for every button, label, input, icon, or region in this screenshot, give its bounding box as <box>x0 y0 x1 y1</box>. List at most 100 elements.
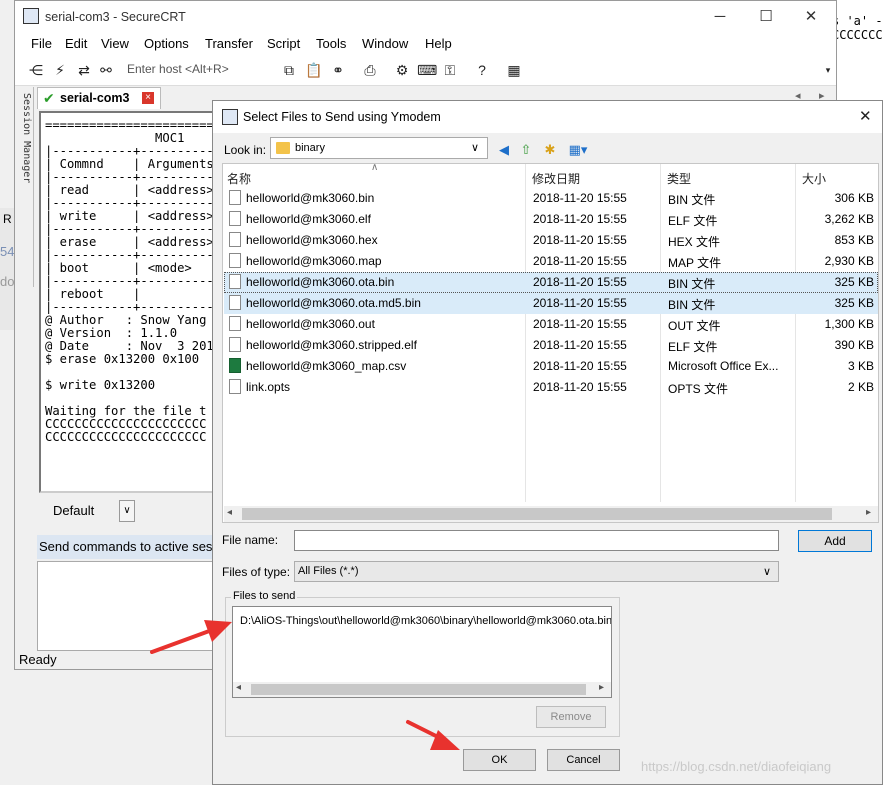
file-type: OPTS 文件 <box>668 382 729 396</box>
file-icon <box>229 253 241 268</box>
files-to-send-list[interactable]: D:\AliOS-Things\out\helloworld@mk3060\bi… <box>232 606 612 698</box>
column-header-date[interactable]: 修改日期 <box>532 170 580 187</box>
file-row[interactable]: link.opts 2018-11-20 15:55 OPTS 文件 2 KB <box>224 377 878 398</box>
close-icon[interactable]: ✕ <box>796 7 826 27</box>
file-date: 2018-11-20 15:55 <box>533 317 627 331</box>
file-icon <box>229 379 241 394</box>
column-header-type[interactable]: 类型 <box>667 170 691 187</box>
chevron-down-icon: ∨ <box>471 142 480 154</box>
horizontal-scrollbar[interactable]: ◂ ▸ <box>233 682 611 697</box>
file-row[interactable]: helloworld@mk3060.ota.md5.bin 2018-11-20 … <box>224 293 878 314</box>
command-input-area[interactable] <box>37 561 219 651</box>
ok-button[interactable]: OK <box>463 749 536 771</box>
tab-serial-com3[interactable]: ✔ serial-com3 × <box>37 87 161 109</box>
look-in-select[interactable]: binary ∨ <box>270 137 488 159</box>
reconnect-icon[interactable]: ⇄ <box>75 61 93 79</box>
scrollbar-thumb[interactable] <box>242 508 832 520</box>
new-folder-icon[interactable]: ✱ <box>541 141 559 159</box>
file-date: 2018-11-20 15:55 <box>533 212 627 226</box>
settings-gear-icon[interactable]: ⚙ <box>393 61 411 79</box>
background-window-edge: R 54 do <box>0 208 14 330</box>
help-icon[interactable]: ? <box>473 61 491 79</box>
file-type-select[interactable]: All Files (*.*) ∨ <box>294 561 779 582</box>
menu-transfer[interactable]: Transfer <box>205 36 253 51</box>
quick-connect-icon[interactable]: ⚡ <box>51 61 69 79</box>
file-icon <box>229 316 241 331</box>
send-commands-bar[interactable]: Send commands to active session <box>37 535 217 559</box>
connect-icon[interactable]: ⋲ <box>27 61 45 79</box>
file-row[interactable]: helloworld@mk3060_map.csv 2018-11-20 15:5… <box>224 356 878 377</box>
file-type: HEX 文件 <box>668 235 721 249</box>
file-size: 390 KB <box>834 338 874 352</box>
view-menu-icon[interactable]: ▦▾ <box>565 141 591 159</box>
tab-close-icon[interactable]: × <box>142 92 154 104</box>
horizontal-scrollbar[interactable]: ◂ ▸ <box>224 506 878 522</box>
file-type: ELF 文件 <box>668 340 718 354</box>
keymap-icon[interactable]: ⌨ <box>417 61 437 79</box>
terminal-line: $ write 0x13200 <box>45 378 156 392</box>
file-row[interactable]: helloworld@mk3060.ota.bin 2018-11-20 15:5… <box>224 272 878 293</box>
close-icon[interactable]: ✕ <box>859 107 872 125</box>
menu-tools[interactable]: Tools <box>316 36 346 51</box>
file-date: 2018-11-20 15:55 <box>533 254 627 268</box>
remove-button[interactable]: Remove <box>536 706 606 728</box>
add-button[interactable]: Add <box>798 530 872 552</box>
sftp-icon[interactable]: ⚿ <box>441 61 459 79</box>
file-row[interactable]: helloworld@mk3060.out 2018-11-20 15:55 OUT… <box>224 314 878 335</box>
print-icon[interactable]: ⎙ <box>361 61 379 79</box>
command-window-selector: Default ∨ <box>37 497 217 525</box>
scroll-right-icon[interactable]: ▸ <box>866 507 871 518</box>
copy-icon[interactable]: ⧉ <box>280 61 298 79</box>
file-name: helloworld@mk3060.ota.bin <box>246 275 395 289</box>
up-folder-icon[interactable]: ⇧ <box>517 141 535 159</box>
scroll-left-icon[interactable]: ◂ <box>227 507 232 518</box>
ymodem-file-dialog: Select Files to Send using Ymodem ✕ Look… <box>212 100 883 785</box>
menu-edit[interactable]: Edit <box>65 36 87 51</box>
menu-help[interactable]: Help <box>425 36 452 51</box>
file-name-input[interactable] <box>294 530 779 551</box>
list-item[interactable]: D:\AliOS-Things\out\helloworld@mk3060\bi… <box>240 615 611 627</box>
session-manager-label[interactable]: Session Manager <box>16 93 32 183</box>
menu-options[interactable]: Options <box>144 36 189 51</box>
file-row[interactable]: helloworld@mk3060.bin 2018-11-20 15:55 BIN… <box>224 188 878 209</box>
menu-view[interactable]: View <box>101 36 129 51</box>
scroll-left-icon[interactable]: ◂ <box>236 682 241 693</box>
menu-window[interactable]: Window <box>362 36 408 51</box>
script-icon[interactable]: ▦ <box>505 61 523 79</box>
file-type: ELF 文件 <box>668 214 718 228</box>
look-in-value: binary <box>295 142 325 154</box>
enter-host-field[interactable]: Enter host <Alt+R> <box>127 62 229 76</box>
scroll-right-icon[interactable]: ▸ <box>599 682 604 693</box>
toolbar-overflow-icon[interactable]: ▾ <box>819 61 837 79</box>
cancel-button[interactable]: Cancel <box>547 749 620 771</box>
scrollbar-thumb[interactable] <box>251 684 586 695</box>
file-row[interactable]: helloworld@mk3060.stripped.elf 2018-11-20… <box>224 335 878 356</box>
file-date: 2018-11-20 15:55 <box>533 296 627 310</box>
back-icon[interactable]: ◀ <box>495 141 513 159</box>
find-icon[interactable]: ⚭ <box>329 61 347 79</box>
title-bar: serial-com3 - SecureCRT ─ ☐ ✕ <box>15 1 836 33</box>
file-name: helloworld@mk3060.map <box>246 254 382 268</box>
column-header-name[interactable]: 名称 <box>227 170 251 187</box>
background-line: s 'a' - <box>832 14 883 28</box>
file-type: BIN 文件 <box>668 298 716 312</box>
menu-file[interactable]: File <box>31 36 52 51</box>
maximize-icon[interactable]: ☐ <box>751 7 781 27</box>
file-row[interactable]: helloworld@mk3060.map 2018-11-20 15:55 MAP… <box>224 251 878 272</box>
file-row[interactable]: helloworld@mk3060.hex 2018-11-20 15:55 HEX… <box>224 230 878 251</box>
chevron-down-icon[interactable]: ∨ <box>119 500 135 522</box>
paste-icon[interactable]: 📋 <box>305 61 323 79</box>
excel-file-icon <box>229 358 241 373</box>
minimize-icon[interactable]: ─ <box>705 7 735 27</box>
file-name: link.opts <box>246 380 291 394</box>
menu-script[interactable]: Script <box>267 36 300 51</box>
column-header-size[interactable]: 大小 <box>802 170 826 187</box>
background-fragment: do <box>0 274 14 289</box>
disconnect-icon[interactable]: ⚯ <box>97 61 115 79</box>
file-name: helloworld@mk3060.elf <box>246 212 371 226</box>
terminal-output[interactable]: ======================== MOC1 |----------… <box>39 111 215 493</box>
look-in-label: Look in: <box>224 143 267 157</box>
command-window-name: Default <box>53 503 95 518</box>
file-list[interactable]: ∧ 名称 修改日期 类型 大小 helloworld@mk3060.bin 201… <box>222 162 879 523</box>
file-row[interactable]: helloworld@mk3060.elf 2018-11-20 15:55 ELF… <box>224 209 878 230</box>
